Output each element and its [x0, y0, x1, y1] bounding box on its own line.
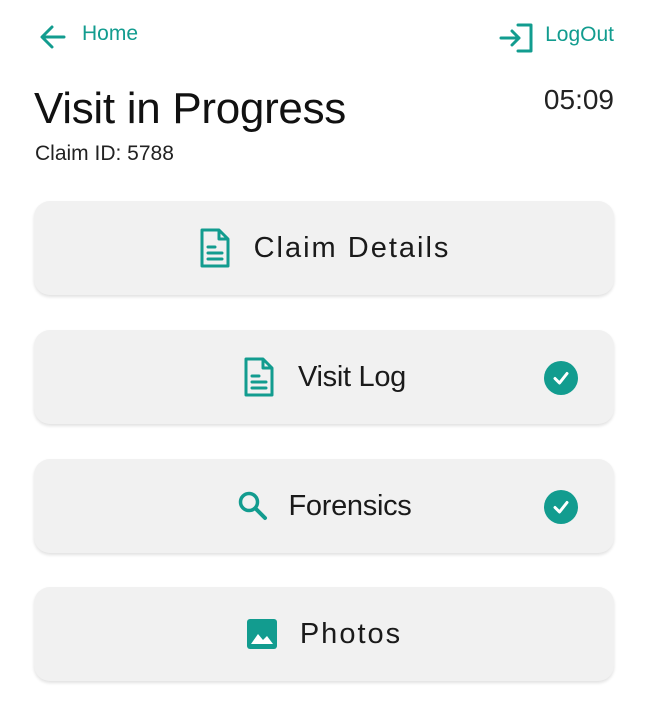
- claim-details-button[interactable]: Claim Details: [34, 201, 614, 295]
- arrow-left-icon: [38, 22, 68, 52]
- document-icon: [242, 356, 276, 398]
- check-circle-icon: [544, 490, 578, 524]
- claim-details-label: Claim Details: [253, 231, 451, 264]
- visit-log-button[interactable]: Visit Log: [34, 330, 614, 424]
- search-icon: [237, 490, 269, 522]
- forensics-button[interactable]: Forensics: [34, 459, 614, 553]
- home-label: Home: [82, 22, 139, 45]
- visit-log-label: Visit Log: [297, 360, 406, 393]
- document-icon: [198, 227, 232, 269]
- home-link[interactable]: Home: [38, 22, 138, 52]
- page-title: Visit in Progress: [34, 84, 346, 133]
- logout-label: LogOut: [545, 23, 614, 46]
- image-icon: [246, 618, 278, 650]
- claim-id: Claim ID: 5788: [35, 142, 174, 165]
- photos-button[interactable]: Photos: [34, 587, 614, 681]
- logout-icon: [499, 22, 535, 54]
- photos-label: Photos: [299, 617, 403, 650]
- visit-screen: Home LogOut Visit in Progress 05:09 Clai…: [0, 0, 648, 728]
- forensics-label: Forensics: [288, 489, 412, 522]
- visit-timer: 05:09: [543, 84, 614, 115]
- check-circle-icon: [544, 361, 578, 395]
- logout-link[interactable]: LogOut: [499, 22, 614, 54]
